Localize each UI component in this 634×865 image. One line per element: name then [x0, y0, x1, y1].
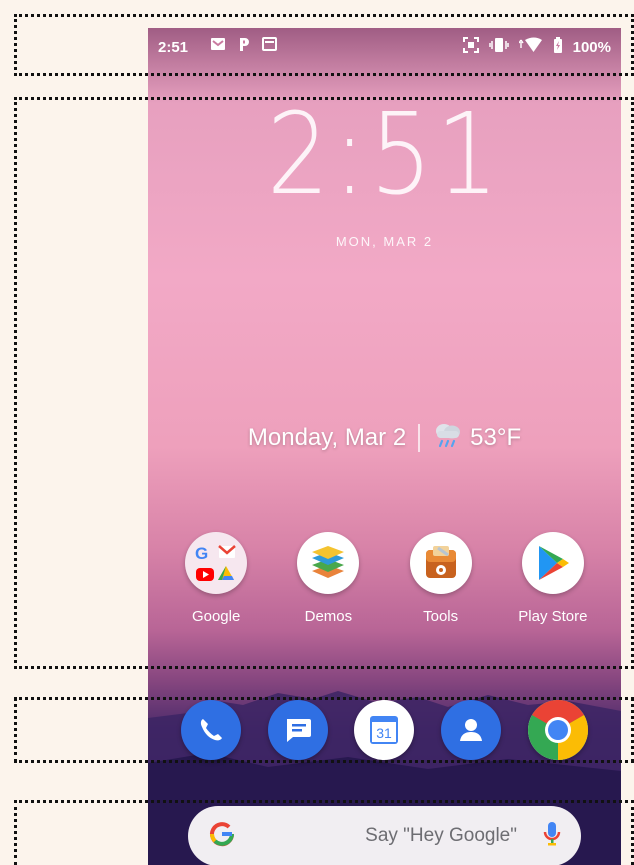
- card-notification-icon: [262, 37, 277, 56]
- app-label: Demos: [304, 608, 353, 625]
- wifi-icon: [518, 37, 543, 57]
- google-folder-icon: G: [185, 532, 248, 594]
- home-app-row: G Google Demos Tools Play Store: [148, 532, 621, 625]
- at-a-glance-widget[interactable]: Monday, Mar 2 53°F: [148, 420, 621, 455]
- scan-icon: [462, 37, 479, 57]
- phone-icon[interactable]: [181, 700, 242, 760]
- messages-icon[interactable]: [267, 700, 328, 760]
- gmail-notification-icon: [210, 37, 226, 56]
- clock-widget-date: MON, MAR 2: [335, 234, 434, 249]
- rain-cloud-icon: [432, 420, 462, 455]
- contacts-icon[interactable]: [441, 700, 502, 760]
- glance-date[interactable]: Monday, Mar 2: [248, 424, 406, 452]
- clock-widget-time[interactable]: 2:51: [176, 90, 592, 220]
- status-bar: 2:51 100%: [148, 28, 621, 68]
- vibrate-icon: [488, 37, 509, 57]
- app-play-store[interactable]: Play Store: [503, 532, 603, 625]
- battery-percentage: 100%: [572, 38, 611, 56]
- app-label: Google: [191, 608, 241, 625]
- battery-icon: [553, 37, 563, 57]
- dock: 31: [148, 700, 621, 760]
- app-label: Tools: [423, 608, 459, 625]
- search-placeholder: Say "Hey Google": [365, 825, 517, 846]
- status-time: 2:51: [158, 39, 189, 56]
- calendar-date-text: 31: [377, 725, 393, 741]
- app-google-folder[interactable]: G Google: [166, 532, 266, 625]
- calendar-icon[interactable]: 31: [354, 700, 415, 760]
- svg-text:G: G: [195, 544, 208, 563]
- play-store-icon: [521, 532, 584, 594]
- microphone-icon[interactable]: [543, 820, 561, 853]
- glance-temperature[interactable]: 53°F: [470, 424, 521, 452]
- glance-divider: [418, 423, 421, 452]
- google-search-bar[interactable]: Say "Hey Google": [188, 806, 581, 865]
- demos-icon: [297, 532, 360, 594]
- app-tools[interactable]: Tools: [391, 532, 491, 625]
- tools-icon: [409, 532, 472, 594]
- app-demos[interactable]: Demos: [278, 532, 378, 625]
- phone-screen: 2:51 100% 2:51 MON, MAR 2 Monday, Mar 2 …: [148, 28, 621, 865]
- app-label: Play Store: [518, 608, 588, 625]
- chrome-icon[interactable]: [527, 700, 588, 760]
- p-notification-icon: [238, 37, 250, 56]
- google-g-icon[interactable]: [208, 820, 236, 853]
